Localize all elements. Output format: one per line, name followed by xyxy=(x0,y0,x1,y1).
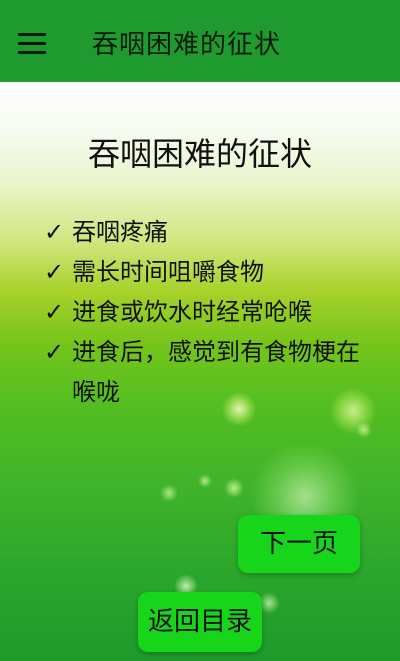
menu-bar-bottom xyxy=(18,51,46,54)
menu-bar-top xyxy=(18,33,46,36)
checkmark-icon: ✓ xyxy=(44,298,65,326)
list-item: ✓ 吞咽疼痛 xyxy=(44,212,364,252)
bokeh-light xyxy=(356,422,372,438)
symptom-list: ✓ 吞咽疼痛 ✓ 需长时间咀嚼食物 ✓ 进食或饮水时经常呛喉 ✓ 进食后，感觉到… xyxy=(44,212,364,412)
content-area: 吞咽困难的征状 ✓ 吞咽疼痛 ✓ 需长时间咀嚼食物 ✓ 进食或饮水时经常呛喉 ✓… xyxy=(0,82,400,661)
app-bar: 吞咽困难的征状 xyxy=(0,0,400,82)
bokeh-light xyxy=(160,484,178,502)
symptom-text: 需长时间咀嚼食物 xyxy=(72,258,264,286)
checkmark-icon: ✓ xyxy=(44,218,65,246)
page-title: 吞咽困难的征状 xyxy=(87,135,312,173)
bokeh-light xyxy=(198,474,212,488)
app-bar-title: 吞咽困难的征状 xyxy=(92,30,282,60)
checkmark-icon: ✓ xyxy=(44,258,65,286)
bokeh-light xyxy=(224,478,244,498)
symptom-text: 吞咽疼痛 xyxy=(72,218,168,246)
symptom-text: 进食后，感觉到有食物梗在喉咙 xyxy=(72,338,360,406)
list-item: ✓ 进食或饮水时经常呛喉 xyxy=(44,292,364,332)
next-page-button[interactable]: 下一页 xyxy=(238,515,360,573)
list-item: ✓ 需长时间咀嚼食物 xyxy=(44,252,364,292)
back-to-contents-button[interactable]: 返回目录 xyxy=(138,592,262,652)
checkmark-icon: ✓ xyxy=(44,338,65,366)
hamburger-menu-icon[interactable] xyxy=(18,30,46,58)
symptom-text: 进食或饮水时经常呛喉 xyxy=(72,298,312,326)
menu-bar-middle xyxy=(18,42,46,45)
list-item: ✓ 进食后，感觉到有食物梗在喉咙 xyxy=(44,332,364,412)
